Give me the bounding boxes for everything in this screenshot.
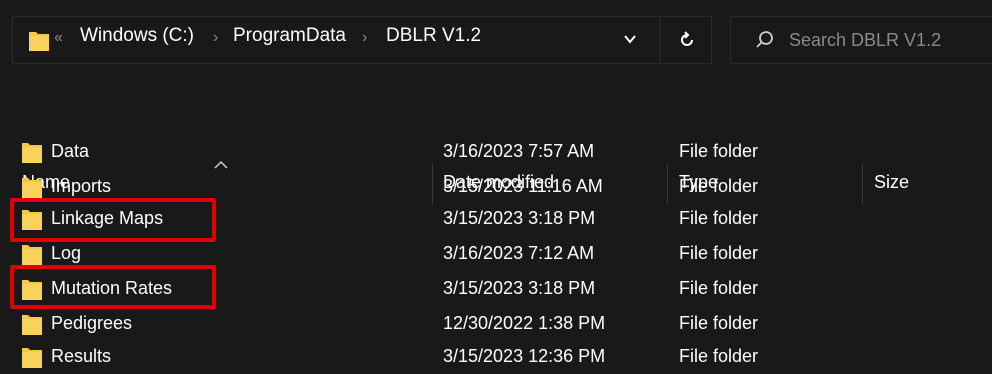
address-bar-row: « Windows (C:) › ProgramData › DBLR V1.2… xyxy=(0,0,992,80)
breadcrumb-windows-c[interactable]: Windows (C:) xyxy=(80,25,194,47)
refresh-button[interactable] xyxy=(660,16,712,64)
file-date-modified: 3/16/2023 7:57 AM xyxy=(443,141,595,161)
file-row-data[interactable]: Data 3/16/2023 7:57 AM File folder xyxy=(0,135,992,169)
file-name: Pedigrees xyxy=(51,313,133,333)
chevron-right-icon[interactable]: › xyxy=(213,29,218,47)
chevron-down-icon[interactable] xyxy=(622,31,638,47)
search-input[interactable]: Search DBLR V1.2 xyxy=(789,30,941,51)
file-row-results[interactable]: Results 3/15/2023 12:36 PM File folder xyxy=(0,340,992,374)
file-date-modified: 12/30/2022 1:38 PM xyxy=(443,313,606,333)
file-type: File folder xyxy=(679,176,759,196)
search-box[interactable]: Search DBLR V1.2 xyxy=(730,16,992,64)
highlight-box-mutation-rates xyxy=(10,265,216,309)
file-type: File folder xyxy=(679,243,759,263)
breadcrumb-dblr[interactable]: DBLR V1.2 xyxy=(386,25,481,47)
file-date-modified: 3/15/2023 12:36 PM xyxy=(443,346,606,366)
file-date-modified: 3/15/2023 3:18 PM xyxy=(443,278,596,298)
refresh-icon xyxy=(680,31,693,46)
file-date-modified: 3/15/2023 11:16 AM xyxy=(443,176,603,196)
folder-icon xyxy=(22,143,42,163)
file-name: Log xyxy=(51,243,82,263)
file-type: File folder xyxy=(679,346,759,366)
folder-icon xyxy=(29,32,49,51)
breadcrumb-programdata[interactable]: ProgramData xyxy=(233,25,346,47)
file-explorer-window: « Windows (C:) › ProgramData › DBLR V1.2… xyxy=(0,0,992,368)
folder-icon xyxy=(22,178,42,198)
file-date-modified: 3/15/2023 3:18 PM xyxy=(443,208,596,228)
file-name: Imports xyxy=(51,176,112,196)
file-date-modified: 3/16/2023 7:12 AM xyxy=(443,243,595,263)
file-name: Data xyxy=(51,141,90,161)
file-row-pedigrees[interactable]: Pedigrees 12/30/2022 1:38 PM File folder xyxy=(0,307,992,341)
column-header-row: Name Date modified Type Size xyxy=(0,80,992,204)
file-type: File folder xyxy=(679,313,759,333)
highlight-box-linkage-maps xyxy=(10,198,216,242)
file-type: File folder xyxy=(679,278,759,298)
chevron-right-icon[interactable]: › xyxy=(362,29,367,47)
file-type: File folder xyxy=(679,208,759,228)
overflow-chevron-icon[interactable]: « xyxy=(54,29,63,47)
folder-icon xyxy=(22,245,42,265)
file-type: File folder xyxy=(679,141,759,161)
file-name: Results xyxy=(51,346,112,366)
folder-icon xyxy=(22,348,42,368)
folder-icon xyxy=(22,315,42,335)
search-icon xyxy=(756,31,773,48)
